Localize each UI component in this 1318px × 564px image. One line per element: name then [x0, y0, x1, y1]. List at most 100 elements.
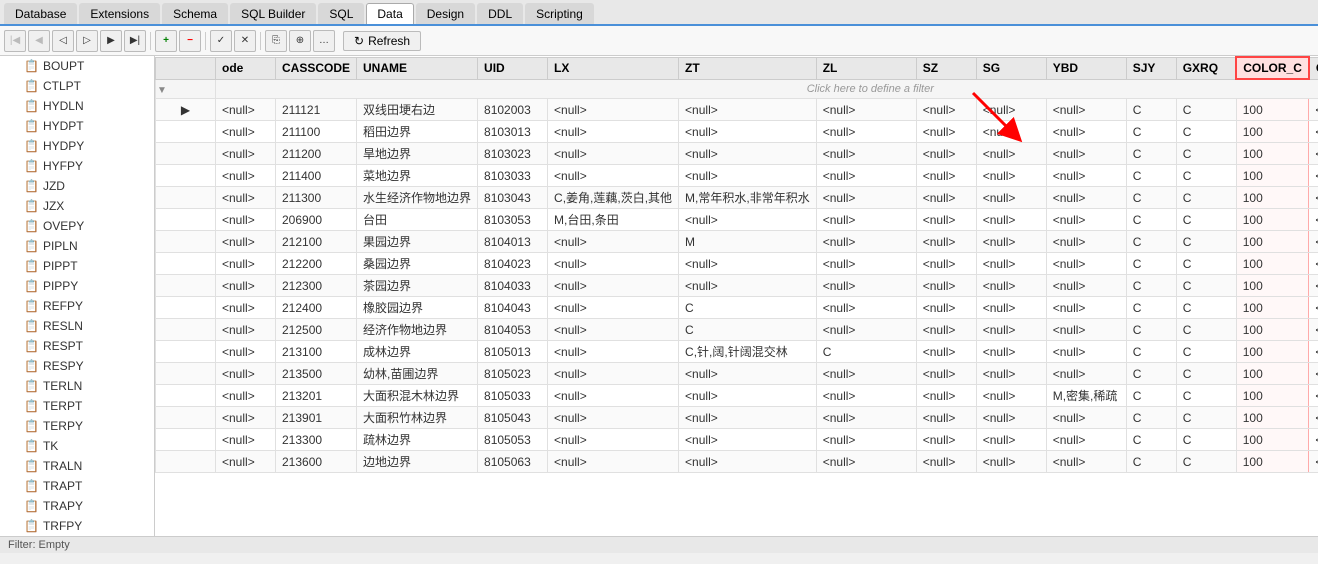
cell-uid[interactable]: 8105053 — [478, 429, 548, 451]
cell-ybd[interactable]: <null> — [1046, 99, 1126, 121]
cell-zt[interactable]: <null> — [679, 363, 817, 385]
cell-lx[interactable]: <null> — [548, 341, 679, 363]
cell-gxrq[interactable]: C — [1176, 143, 1236, 165]
cell-zt[interactable]: <null> — [679, 451, 817, 473]
cell-uid[interactable]: 8105063 — [478, 451, 548, 473]
cell-color_c[interactable]: 100 — [1236, 429, 1309, 451]
tab-design[interactable]: Design — [416, 3, 475, 24]
cell-uname[interactable]: 成林边界 — [357, 341, 478, 363]
sidebar-item-pipln[interactable]: 📋PIPLN — [0, 236, 154, 256]
cell-sjy[interactable]: C — [1126, 297, 1176, 319]
cell-zt[interactable]: <null> — [679, 407, 817, 429]
cell-color_k[interactable]: <null> — [1309, 99, 1318, 121]
sidebar-item-hydpy[interactable]: 📋HYDPY — [0, 136, 154, 156]
cell-color_k[interactable]: <null> — [1309, 451, 1318, 473]
cell-sg[interactable]: <null> — [976, 253, 1046, 275]
cell-uid[interactable]: 8104033 — [478, 275, 548, 297]
cell-color_c[interactable]: 100 — [1236, 451, 1309, 473]
cell-lx[interactable]: <null> — [548, 121, 679, 143]
cell-uid[interactable]: 8102003 — [478, 99, 548, 121]
cell-color_k[interactable]: <null> — [1309, 319, 1318, 341]
sidebar-item-pippt[interactable]: 📋PIPPT — [0, 256, 154, 276]
table-row[interactable]: <null>211200旱地边界8103023<null><null><null… — [156, 143, 1318, 165]
cell-sjy[interactable]: C — [1126, 319, 1176, 341]
cell-sz[interactable]: <null> — [916, 363, 976, 385]
cell-casscode[interactable]: 213201 — [276, 385, 357, 407]
cell-color_c[interactable]: 100 — [1236, 341, 1309, 363]
cell-casscode[interactable]: 213100 — [276, 341, 357, 363]
cell-ybd[interactable]: <null> — [1046, 451, 1126, 473]
cell-casscode[interactable]: 206900 — [276, 209, 357, 231]
cell-sz[interactable]: <null> — [916, 429, 976, 451]
cell-lx[interactable]: <null> — [548, 297, 679, 319]
cell-casscode[interactable]: 212300 — [276, 275, 357, 297]
sidebar-item-tk[interactable]: 📋TK — [0, 436, 154, 456]
header-sz[interactable]: SZ — [916, 57, 976, 79]
cell-lx[interactable]: <null> — [548, 429, 679, 451]
cell-sg[interactable]: <null> — [976, 429, 1046, 451]
cell-color_c[interactable]: 100 — [1236, 297, 1309, 319]
cell-code[interactable]: <null> — [216, 143, 276, 165]
table-row[interactable]: <null>213300疏林边界8105053<null><null><null… — [156, 429, 1318, 451]
cell-sjy[interactable]: C — [1126, 429, 1176, 451]
cell-color_c[interactable]: 100 — [1236, 363, 1309, 385]
cell-ybd[interactable]: <null> — [1046, 275, 1126, 297]
cell-lx[interactable]: <null> — [548, 275, 679, 297]
cell-sz[interactable]: <null> — [916, 297, 976, 319]
cell-gxrq[interactable]: C — [1176, 275, 1236, 297]
sidebar-item-jzd[interactable]: 📋JZD — [0, 176, 154, 196]
cell-ybd[interactable]: <null> — [1046, 341, 1126, 363]
cell-zt[interactable]: <null> — [679, 165, 817, 187]
cell-sz[interactable]: <null> — [916, 275, 976, 297]
cell-code[interactable]: <null> — [216, 407, 276, 429]
cell-zl[interactable]: <null> — [816, 99, 916, 121]
cell-casscode[interactable]: 211121 — [276, 99, 357, 121]
cell-sjy[interactable]: C — [1126, 363, 1176, 385]
cell-zt[interactable]: <null> — [679, 143, 817, 165]
header-zt[interactable]: ZT — [679, 57, 817, 79]
cell-zl[interactable]: <null> — [816, 319, 916, 341]
nav-next-btn[interactable]: ▶ — [100, 30, 122, 52]
cell-sz[interactable]: <null> — [916, 165, 976, 187]
tab-sql-builder[interactable]: SQL Builder — [230, 3, 316, 24]
cell-gxrq[interactable]: C — [1176, 319, 1236, 341]
cell-uname[interactable]: 经济作物地边界 — [357, 319, 478, 341]
cell-zl[interactable]: <null> — [816, 363, 916, 385]
cell-uname[interactable]: 双线田埂右边 — [357, 99, 478, 121]
sidebar-item-traln[interactable]: 📋TRALN — [0, 456, 154, 476]
cell-uid[interactable]: 8103053 — [478, 209, 548, 231]
cell-gxrq[interactable]: C — [1176, 165, 1236, 187]
cell-casscode[interactable]: 211200 — [276, 143, 357, 165]
table-row[interactable]: <null>213600边地边界8105063<null><null><null… — [156, 451, 1318, 473]
cell-ybd[interactable]: M,密集,稀疏 — [1046, 385, 1126, 407]
cell-zl[interactable]: C — [816, 341, 916, 363]
filter-placeholder-cell[interactable]: Click here to define a filter — [216, 79, 1318, 99]
cell-zl[interactable]: <null> — [816, 297, 916, 319]
cell-color_c[interactable]: 100 — [1236, 275, 1309, 297]
cell-code[interactable]: <null> — [216, 319, 276, 341]
sidebar-item-hydln[interactable]: 📋HYDLN — [0, 96, 154, 116]
cell-color_k[interactable]: <null> — [1309, 407, 1318, 429]
cell-gxrq[interactable]: C — [1176, 385, 1236, 407]
cell-color_k[interactable]: <null> — [1309, 187, 1318, 209]
cell-uname[interactable]: 大面积竹林边界 — [357, 407, 478, 429]
cell-color_c[interactable]: 100 — [1236, 165, 1309, 187]
sidebar-item-hyfpy[interactable]: 📋HYFPY — [0, 156, 154, 176]
cell-sz[interactable]: <null> — [916, 143, 976, 165]
cell-ybd[interactable]: <null> — [1046, 231, 1126, 253]
nav-copy-btn[interactable]: ⎘ — [265, 30, 287, 52]
cell-uname[interactable]: 菜地边界 — [357, 165, 478, 187]
sidebar-item-terln[interactable]: 📋TERLN — [0, 376, 154, 396]
nav-next2-btn[interactable]: ▷ — [76, 30, 98, 52]
cell-sjy[interactable]: C — [1126, 451, 1176, 473]
cell-uid[interactable]: 8105043 — [478, 407, 548, 429]
cell-gxrq[interactable]: C — [1176, 429, 1236, 451]
cell-sz[interactable]: <null> — [916, 451, 976, 473]
cell-zl[interactable]: <null> — [816, 231, 916, 253]
nav-prev2-btn[interactable]: ◁ — [52, 30, 74, 52]
cell-sjy[interactable]: C — [1126, 143, 1176, 165]
cell-sg[interactable]: <null> — [976, 319, 1046, 341]
nav-more-btn[interactable]: … — [313, 30, 335, 52]
cell-ybd[interactable]: <null> — [1046, 363, 1126, 385]
cell-sjy[interactable]: C — [1126, 165, 1176, 187]
